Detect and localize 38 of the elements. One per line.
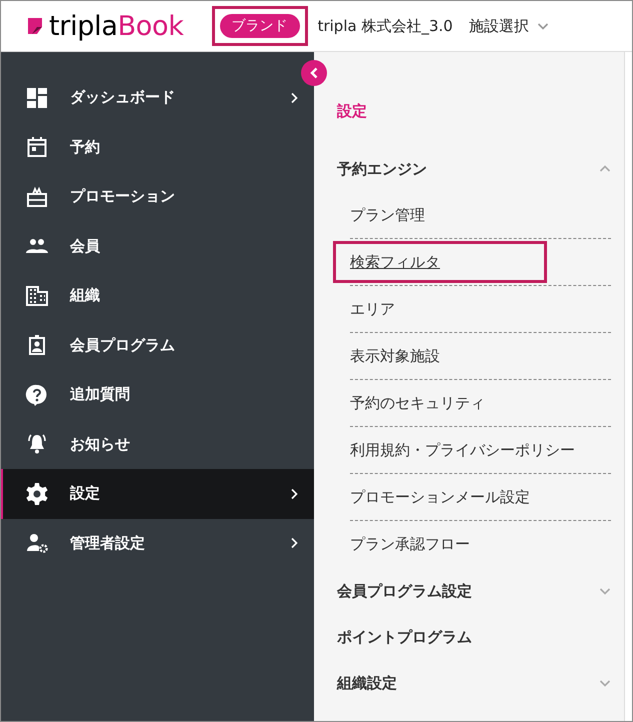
submenu-link[interactable]: プラン承認フロー — [350, 535, 470, 554]
section-header[interactable]: 組織設定 — [337, 660, 611, 706]
gear-icon — [25, 482, 49, 506]
sidebar-item[interactable]: ダッシュボード — [1, 73, 314, 122]
sidebar-item[interactable]: お知らせ — [1, 420, 314, 469]
gift-box-icon — [25, 184, 49, 209]
submenu-link[interactable]: 表示対象施設 — [350, 346, 440, 366]
section-header[interactable]: ポイントプログラム — [337, 614, 611, 660]
sidebar-item[interactable]: 会員 — [1, 222, 314, 271]
facility-select[interactable]: 施設選択 — [468, 16, 549, 36]
company-name: tripla 株式会社_3.0 — [318, 16, 453, 36]
submenu-link[interactable]: 検索フィルタ — [350, 252, 440, 272]
calendar-icon — [25, 135, 49, 160]
collapse-button[interactable] — [301, 60, 327, 86]
submenu-link[interactable]: エリア — [350, 300, 395, 318]
chevron-left-icon — [309, 67, 319, 79]
question-bubble-icon — [25, 382, 49, 407]
submenu-link[interactable]: プラン管理 — [350, 206, 425, 224]
submenu-link[interactable]: 利用規約・プライバシーポリシー — [350, 440, 575, 460]
sidebar-item[interactable]: 会員プログラム — [1, 320, 314, 370]
user-gear-icon — [25, 531, 49, 556]
bell-icon — [25, 432, 49, 456]
building-icon — [25, 284, 49, 308]
submenu-link[interactable]: プロモーションメール設定 — [350, 488, 530, 506]
sidebar-item[interactable]: 追加質問 — [1, 370, 314, 420]
brand-badge[interactable]: ブランド — [220, 14, 300, 38]
logo-text: triplaBook — [49, 12, 184, 40]
logo-icon — [28, 18, 42, 34]
sidebar-item[interactable]: 予約 — [1, 122, 314, 172]
section-header[interactable]: 会員プログラム設定 — [337, 568, 611, 614]
sidebar-item[interactable]: 管理者設定 — [1, 518, 314, 568]
sidebar-item[interactable]: 設定 — [1, 469, 314, 518]
sidebar-item[interactable]: プロモーション — [1, 172, 314, 222]
submenu-link[interactable]: 予約のセキュリティ — [350, 394, 485, 412]
dashboard-icon — [25, 86, 49, 110]
section-header[interactable]: 予約エンジン — [337, 146, 611, 192]
sidebar-item[interactable]: 組織 — [1, 271, 314, 320]
panel-title: 設定 — [337, 102, 368, 122]
